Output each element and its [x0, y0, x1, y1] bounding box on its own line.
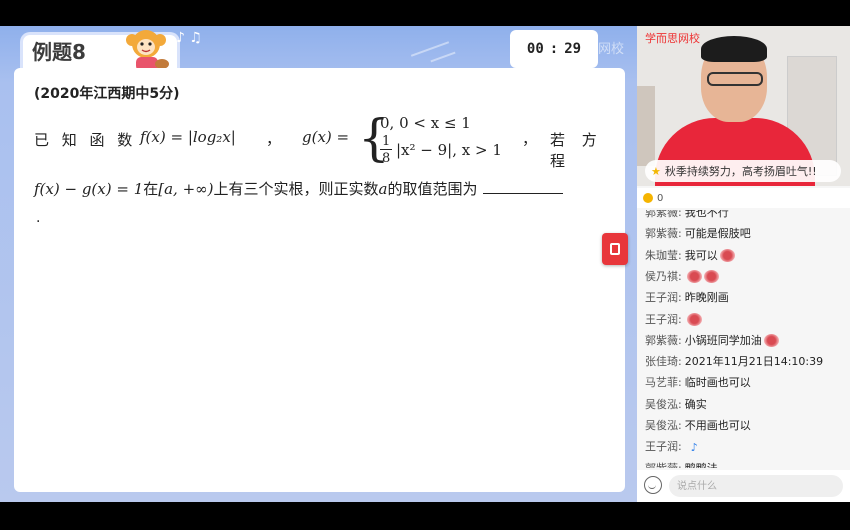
chat-username: 郭紫薇: [645, 227, 682, 241]
chat-text: 我也不行 [684, 210, 729, 219]
chat-input-bar [637, 470, 850, 502]
comma-1: ， [266, 130, 282, 148]
question-card: (2020年江西期中5分) 已 知 函 数 f(x) = |log₂x| ， g… [14, 68, 625, 492]
emoji-sticker-icon [763, 334, 779, 348]
g-case-1: 0, 0 < x ≤ 1 [380, 114, 471, 132]
teacher-hair [701, 36, 767, 62]
shelf [637, 86, 655, 166]
emoji-sticker-icon [686, 313, 702, 326]
chat-username: 朱珈莹: [645, 248, 682, 262]
equation: f(x) − g(x) = 1 [34, 180, 144, 198]
chat-username: 马艺菲: [645, 376, 682, 390]
chat-message: 王子润: 昨晚刚画 [645, 289, 729, 305]
chat-message: 郭紫薇: 小锅班同学加油 [645, 332, 779, 348]
chat-username: 吴俊泓: [645, 397, 682, 411]
chat-text: 可能是假肢吧 [684, 227, 751, 241]
text-range: 的取值范围为 [387, 180, 478, 198]
timer-seconds: 29 [564, 41, 582, 57]
fraction-bar [380, 149, 392, 150]
chat-message: 吴俊泓: 确实 [645, 396, 707, 412]
chat-message: 郭紫薇: 我也不行 [645, 210, 729, 220]
monkey-mascot-icon [126, 30, 169, 71]
chat-list[interactable]: 郭紫薇: 我也不行 郭紫薇: 可能是假肢吧 朱珈莹: 我可以 侯乃祺: 王子润: 昨晚刚画 王子润… [637, 210, 850, 468]
chat-message: 朱珈莹: 我可以 [645, 247, 735, 263]
motivation-banner: ★ 秋季持续努力，高考扬眉吐气!! [645, 160, 841, 182]
chat-username: 郭紫薇: [645, 462, 682, 468]
decoration-line [430, 51, 456, 63]
chat-message: 王子润: ♪ [645, 438, 701, 454]
star-icon: ★ [651, 164, 661, 178]
banner-text: 秋季持续努力，高考扬眉吐气!! [664, 165, 817, 178]
g-label: g(x) = [302, 128, 350, 146]
interval: [a, +∞) [158, 180, 214, 198]
video-brand: 学而思网校 [645, 32, 700, 45]
chat-username: 王子润: [645, 440, 682, 454]
chat-username: 王子润: [645, 291, 682, 305]
teacher-video: 学而思网校 ★ 秋季持续努力，高考扬眉吐气!! [637, 26, 850, 186]
chat-text: 临时画也可以 [684, 376, 751, 390]
music-note-icon: ♪ ♫ [176, 30, 202, 46]
chat-message: 吴俊泓: 不用画也可以 [645, 417, 751, 433]
chat-text: 我可以 [684, 248, 718, 262]
f-definition: f(x) = |log₂x| [140, 128, 236, 146]
question-source: (2020年江西期中5分) [34, 86, 180, 102]
countdown-timer: 00 : 29 [510, 30, 598, 68]
side-action-button[interactable] [602, 233, 628, 265]
chat-username: 王子润: [645, 312, 682, 326]
chat-message: 马艺菲: 临时画也可以 [645, 374, 751, 390]
text-condition: 上有三个实根，则正实数 [213, 180, 379, 198]
chat-input[interactable] [669, 475, 843, 497]
app-root: 例题8 ♪ ♫ 00 : 29 网校 (2020年江西期中5分) 已 知 函 数… [0, 0, 850, 530]
chat-text: 昨晚刚画 [684, 291, 729, 305]
side-panel: 学而思网校 ★ 秋季持续努力，高考扬眉吐气!! 0 郭紫薇: 我也不行 郭紫薇: 可能… [637, 26, 850, 502]
period-mark: . [36, 210, 41, 226]
question-line-1: 已 知 函 数 f(x) = |log₂x| ， g(x) = { 0, 0 <… [34, 109, 609, 174]
timer-colon: : [549, 41, 559, 57]
question-tail: 若 方 程 [550, 131, 603, 170]
chat-message: 郭紫薇:鸭鸭法 [645, 460, 718, 468]
music-sticker-icon: ♪ [690, 440, 698, 454]
answer-blank [483, 180, 564, 194]
like-icon [643, 193, 653, 203]
question-line-2: f(x) − g(x) = 1在[a, +∞)上有三个实根，则正实数a的取值范围… [34, 178, 609, 199]
emoji-sticker-icon [703, 270, 719, 284]
chat-message: 张佳琦: 2021年11月21日14:10:39 [645, 353, 823, 369]
chat-username: 郭紫薇: [645, 210, 682, 219]
chat-username: 张佳琦: [645, 355, 682, 369]
chat-message: 侯乃祺: [645, 268, 719, 284]
chat-text: 不用画也可以 [684, 419, 751, 432]
page-title: 例题8 [32, 40, 86, 64]
comma-2: ， [522, 130, 538, 148]
chat-text: 确实 [684, 397, 707, 411]
g-case-2: |x² − 9|, x > 1 [396, 141, 502, 159]
chat-message: 郭紫薇: 可能是假肢吧 [645, 225, 751, 241]
chat-text: 小锅班同学加油 [684, 333, 762, 347]
emoji-sticker-icon [719, 249, 735, 263]
question-intro: 已 知 函 数 [34, 131, 137, 149]
chat-username: 郭紫薇: [645, 333, 682, 347]
emoji-icon[interactable] [644, 476, 662, 494]
g-case-2-numerator: 1 [382, 134, 391, 149]
like-counter[interactable]: 0 [637, 188, 850, 208]
chat-message: 王子润: [645, 311, 702, 327]
timer-minutes: 00 [526, 41, 544, 57]
like-count: 0 [657, 192, 664, 204]
chat-username: 侯乃祺: [645, 269, 682, 283]
chat-text: 鸭鸭法 [685, 462, 718, 468]
brand-watermark: 网校 [598, 42, 625, 57]
chat-text: 2021年11月21日14:10:39 [684, 355, 824, 369]
chat-username: 吴俊泓: [645, 419, 682, 432]
glasses [707, 72, 763, 86]
g-case-2-denominator: 8 [382, 151, 391, 166]
text-zai: 在 [143, 180, 159, 198]
emoji-sticker-icon [686, 270, 702, 284]
lesson-board: 例题8 ♪ ♫ 00 : 29 网校 (2020年江西期中5分) 已 知 函 数… [0, 26, 637, 502]
tablet-icon [610, 243, 620, 255]
